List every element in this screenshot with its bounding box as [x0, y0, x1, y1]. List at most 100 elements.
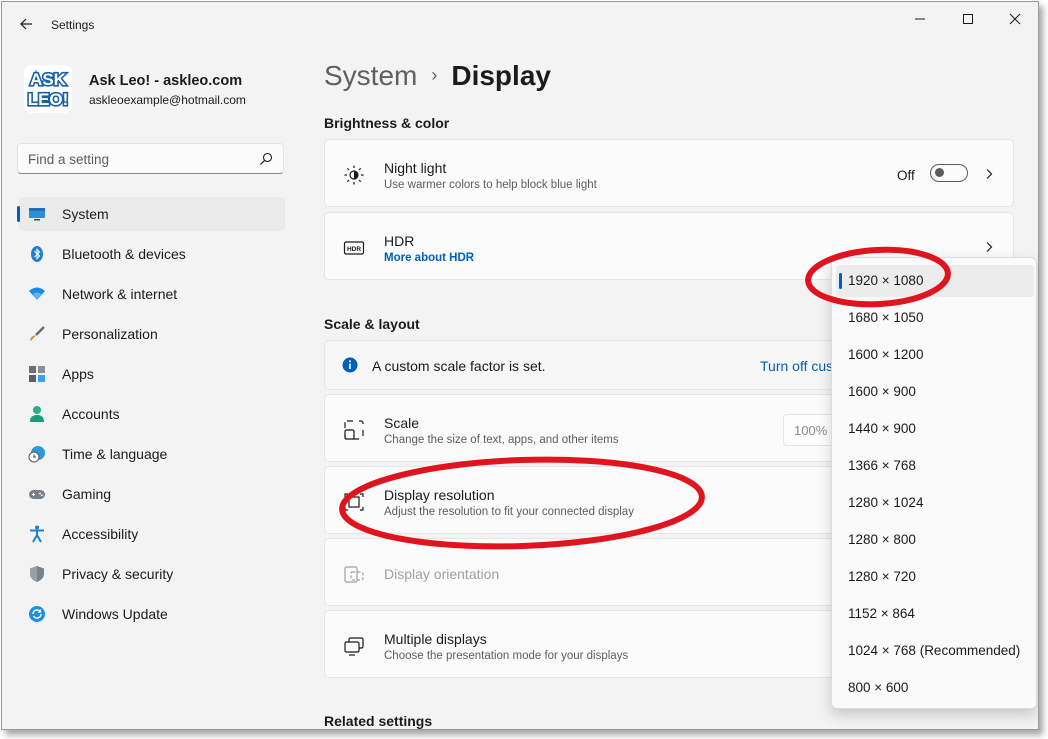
resolution-option[interactable]: 1280 × 1024 [836, 487, 1034, 519]
sidebar-item-label: Privacy & security [62, 566, 174, 582]
close-icon [1009, 13, 1021, 25]
resolution-option[interactable]: 1680 × 1050 [836, 302, 1034, 334]
wifi-icon [29, 287, 45, 300]
resolution-option[interactable]: 1920 × 1080 [836, 265, 1034, 297]
sidebar-item-network[interactable]: Network & internet [19, 277, 285, 311]
selected-indicator [839, 273, 842, 289]
resolution-option[interactable]: 1600 × 1200 [836, 339, 1034, 371]
resolution-option[interactable]: 1024 × 768 (Recommended) [836, 635, 1034, 667]
sidebar-item-personalization[interactable]: Personalization [19, 317, 285, 351]
resolution-icon [344, 493, 364, 511]
turn-off-custom-scale-link[interactable]: Turn off cus [760, 358, 833, 374]
globe-clock-icon [28, 446, 45, 463]
resolution-option[interactable]: 1280 × 800 [836, 524, 1034, 556]
scale-icon [344, 420, 364, 440]
multiple-displays-icon [344, 637, 364, 656]
sidebar-item-system[interactable]: System [17, 197, 285, 231]
resolution-option-label: 1280 × 1024 [848, 495, 924, 510]
chevron-right-icon [986, 242, 993, 252]
custom-scale-message: A custom scale factor is set. [372, 358, 546, 374]
monitor-icon [29, 208, 45, 221]
selected-indicator [17, 206, 20, 222]
minimize-button[interactable] [897, 4, 943, 34]
resolution-option[interactable]: 1366 × 768 [836, 450, 1034, 482]
title-bar: Settings [2, 2, 1038, 46]
close-button[interactable] [992, 4, 1038, 34]
sidebar-item-label: Accessibility [62, 526, 139, 542]
breadcrumb: System › Display [324, 60, 551, 92]
gamepad-icon [29, 490, 45, 499]
hdr-icon: HDR [343, 241, 365, 255]
sidebar-item-time-language[interactable]: Time & language [19, 437, 285, 471]
resolution-option-label: 1680 × 1050 [848, 310, 924, 325]
back-button[interactable] [14, 12, 38, 36]
sidebar-item-label: Apps [62, 366, 94, 382]
display-orientation-title: Display orientation [384, 566, 500, 582]
accessibility-icon [30, 525, 44, 543]
maximize-icon [963, 14, 973, 24]
resolution-option-label: 1152 × 864 [848, 606, 915, 621]
night-light-title: Night light [384, 160, 447, 176]
section-brightness-color: Brightness & color [324, 115, 450, 131]
resolution-option-label: 1600 × 1200 [848, 347, 924, 362]
sidebar-item-label: Network & internet [62, 286, 178, 302]
info-icon [342, 357, 358, 373]
resolution-option[interactable]: 1280 × 720 [836, 561, 1034, 593]
brush-icon [30, 326, 45, 341]
night-light-icon [344, 165, 364, 185]
sidebar-item-apps[interactable]: Apps [19, 357, 285, 391]
orientation-icon [344, 566, 364, 583]
night-light-state: Off [897, 168, 915, 183]
page-title: Display [451, 60, 551, 91]
scale-title: Scale [384, 415, 420, 431]
bluetooth-icon [31, 246, 43, 262]
sidebar-item-accessibility[interactable]: Accessibility [19, 517, 285, 551]
multiple-displays-title: Multiple displays [384, 631, 487, 647]
breadcrumb-parent[interactable]: System [324, 60, 417, 91]
resolution-dropdown-menu: 1920 × 1080 1680 × 1050 1600 × 1200 1600 × … [831, 257, 1037, 709]
update-icon [29, 606, 45, 622]
sidebar-item-windows-update[interactable]: Windows Update [19, 597, 285, 631]
sidebar-item-privacy-security[interactable]: Privacy & security [19, 557, 285, 591]
search-icon [260, 152, 273, 165]
minimize-icon [915, 18, 925, 20]
display-resolution-title: Display resolution [384, 487, 495, 503]
resolution-option[interactable]: 1152 × 864 [836, 598, 1034, 630]
breadcrumb-separator: › [431, 65, 438, 85]
account-name: Ask Leo! - askleo.com [89, 73, 243, 89]
sidebar-item-label: Time & language [62, 446, 168, 462]
resolution-option-label: 800 × 600 [848, 680, 909, 695]
night-light-card[interactable]: Night light Use warmer colors to help bl… [324, 139, 1014, 207]
toggle-knob [935, 168, 944, 177]
settings-window: Settings ASK ASK LEO! LEO! Ask Leo! - as… [1, 1, 1039, 730]
sidebar-item-bluetooth[interactable]: Bluetooth & devices [19, 237, 285, 271]
night-light-subtitle: Use warmer colors to help block blue lig… [384, 179, 597, 191]
resolution-option[interactable]: 1600 × 900 [836, 376, 1034, 408]
resolution-option[interactable]: 800 × 600 [836, 672, 1034, 704]
avatar-logo: ASK ASK LEO! LEO! [25, 66, 71, 112]
sidebar-item-label: Accounts [62, 406, 120, 422]
search-input[interactable]: Find a setting [17, 143, 284, 174]
sidebar-item-gaming[interactable]: Gaming [19, 477, 285, 511]
resolution-option-label: 1280 × 720 [848, 569, 916, 584]
night-light-toggle[interactable] [930, 164, 968, 182]
sidebar-item-label: Personalization [62, 326, 158, 342]
avatar[interactable]: ASK ASK LEO! LEO! [24, 65, 72, 113]
person-icon [30, 406, 44, 422]
display-resolution-subtitle: Adjust the resolution to fit your connec… [384, 506, 634, 518]
svg-text:LEO!: LEO! [28, 90, 69, 109]
maximize-button[interactable] [945, 4, 991, 34]
resolution-option-label: 1600 × 900 [848, 384, 916, 399]
apps-icon [29, 366, 45, 382]
svg-text:ASK: ASK [30, 70, 67, 89]
resolution-option[interactable]: 1440 × 900 [836, 413, 1034, 445]
svg-text:HDR: HDR [347, 246, 361, 253]
sidebar-item-accounts[interactable]: Accounts [19, 397, 285, 431]
back-arrow-icon [20, 18, 32, 30]
chevron-right-icon [986, 169, 993, 179]
more-about-hdr-link[interactable]: More about HDR [384, 252, 474, 264]
app-title: Settings [51, 18, 95, 32]
scale-value: 100% [794, 423, 828, 438]
sidebar-item-label: Windows Update [62, 606, 168, 622]
section-scale-layout: Scale & layout [324, 316, 420, 332]
